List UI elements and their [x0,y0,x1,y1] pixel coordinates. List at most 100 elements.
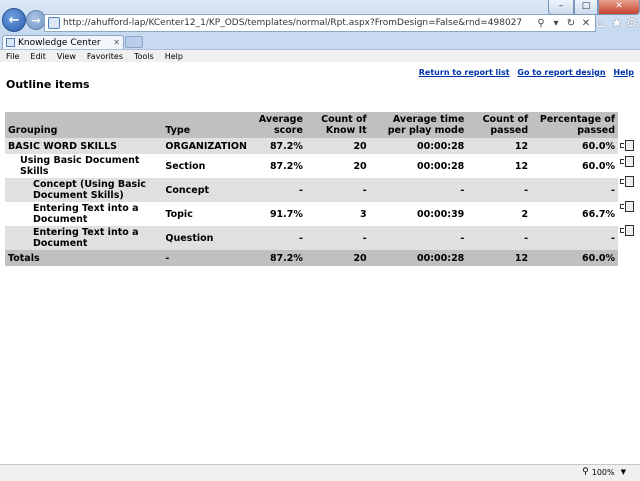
totals-avg-score: 87.2% [249,250,306,266]
page-title: Outline items [6,78,90,91]
page-icon [48,17,60,29]
refresh-icon[interactable]: ↻ [565,18,577,29]
table-row: BASIC WORD SKILLS ORGANIZATION 87.2% 20 … [5,138,618,154]
menu-bar: File Edit View Favorites Tools Help [0,50,640,62]
totals-row: Totals - 87.2% 20 00:00:28 12 60.0% [5,250,618,266]
totals-label: Totals [5,250,163,266]
address-bar[interactable]: http://ahufford-lap/KCenter12_1/KP_ODS/t… [44,14,596,32]
type-cell: ORGANIZATION [162,138,250,154]
address-url[interactable]: http://ahufford-lap/KCenter12_1/KP_ODS/t… [63,18,535,28]
zoom-dropdown-icon[interactable]: ▼ [621,468,626,476]
tab-page-icon [6,38,15,47]
grouping-cell[interactable]: Entering Text into a Document [5,226,163,250]
passed-cell: - [467,178,532,202]
avg-time-cell: - [369,178,468,202]
back-button[interactable]: ← [2,8,26,32]
search-icon[interactable]: ⚲ [535,18,547,29]
header-count-know-it[interactable]: Count of Know It [305,112,370,138]
pct-passed-cell: - [531,226,618,250]
know-it-cell: - [305,178,370,202]
minimize-button[interactable]: – [548,0,574,15]
pct-passed-cell: 60.0% [531,154,618,178]
avg-time-cell: 00:00:28 [369,154,468,178]
report-links: Return to report list Go to report desig… [414,68,634,77]
type-cell: Concept [162,178,250,202]
avg-score-cell: - [249,226,306,250]
passed-cell: 12 [467,138,532,154]
menu-favorites[interactable]: Favorites [81,52,128,61]
menu-view[interactable]: View [51,52,81,61]
menu-file[interactable]: File [0,52,24,61]
pct-passed-cell: 60.0% [531,138,618,154]
totals-know-it: 20 [305,250,370,266]
tab-title: Knowledge Center [18,37,101,48]
dropdown-icon[interactable]: ▾ [550,18,562,29]
drilldown-icon[interactable] [620,140,634,151]
table-header-row: Grouping Type Average score Count of Kno… [5,112,618,138]
zoom-control[interactable]: ⚲ 100% ▼ [582,467,626,477]
browser-toolbar: ← → http://ahufford-lap/KCenter12_1/KP_O… [0,0,640,35]
drilldown-icon[interactable] [620,176,634,187]
menu-edit[interactable]: Edit [24,52,51,61]
grouping-cell[interactable]: BASIC WORD SKILLS [5,138,163,154]
close-button[interactable]: ✕ [598,0,640,15]
go-to-report-design-link[interactable]: Go to report design [517,68,605,77]
new-tab-button[interactable] [125,36,143,48]
header-average-time[interactable]: Average time per play mode [369,112,468,138]
help-link[interactable]: Help [613,68,634,77]
drilldown-icon[interactable] [620,225,634,236]
totals-avg-time: 00:00:28 [369,250,468,266]
page-content: Return to report list Go to report desig… [0,62,640,464]
avg-score-cell: 87.2% [249,154,306,178]
home-icon[interactable]: ⌂ [596,16,604,31]
table-row: Concept (Using Basic Document Skills) Co… [5,178,618,202]
table-row: Entering Text into a Document Topic 91.7… [5,202,618,226]
tab-close-icon[interactable]: ✕ [113,38,120,47]
table-row: Entering Text into a Document Question -… [5,226,618,250]
avg-score-cell: 91.7% [249,202,306,226]
totals-type: - [162,250,250,266]
avg-time-cell: 00:00:39 [369,202,468,226]
header-type[interactable]: Type [162,112,250,138]
header-count-passed[interactable]: Count of passed [467,112,532,138]
avg-score-cell: - [249,178,306,202]
type-cell: Topic [162,202,250,226]
forward-button[interactable]: → [26,10,46,30]
grouping-cell[interactable]: Concept (Using Basic Document Skills) [5,178,163,202]
grouping-cell[interactable]: Entering Text into a Document [5,202,163,226]
totals-passed: 12 [467,250,532,266]
totals-pct-passed: 60.0% [531,250,618,266]
header-average-score[interactable]: Average score [249,112,306,138]
tab-knowledge-center[interactable]: Knowledge Center ✕ [2,35,124,49]
return-to-report-list-link[interactable]: Return to report list [419,68,510,77]
header-percentage-passed[interactable]: Percentage of passed [531,112,618,138]
drilldown-icon[interactable] [620,201,634,212]
status-bar: ⚲ 100% ▼ [0,464,640,481]
passed-cell: 12 [467,154,532,178]
grouping-cell[interactable]: Using Basic Document Skills [5,154,163,178]
passed-cell: 2 [467,202,532,226]
pct-passed-cell: 66.7% [531,202,618,226]
menu-tools[interactable]: Tools [128,52,159,61]
avg-time-cell: - [369,226,468,250]
maximize-button[interactable]: □ [574,0,598,15]
stop-icon[interactable]: ✕ [580,18,592,29]
type-cell: Question [162,226,250,250]
window-controls: – □ ✕ [548,0,640,15]
know-it-cell: 20 [305,154,370,178]
menu-help[interactable]: Help [159,52,188,61]
know-it-cell: 3 [305,202,370,226]
favorites-star-icon[interactable]: ★ [611,16,623,31]
pct-passed-cell: - [531,178,618,202]
settings-gear-icon[interactable]: ⚙ [626,16,638,31]
know-it-cell: - [305,226,370,250]
drilldown-icon[interactable] [620,156,634,167]
passed-cell: - [467,226,532,250]
zoom-magnifier-icon: ⚲ [582,467,589,477]
header-grouping[interactable]: Grouping [5,112,163,138]
know-it-cell: 20 [305,138,370,154]
zoom-level: 100% [591,467,615,477]
outline-items-table: Grouping Type Average score Count of Kno… [5,112,618,266]
avg-score-cell: 87.2% [249,138,306,154]
tab-bar: Knowledge Center ✕ [0,34,640,50]
